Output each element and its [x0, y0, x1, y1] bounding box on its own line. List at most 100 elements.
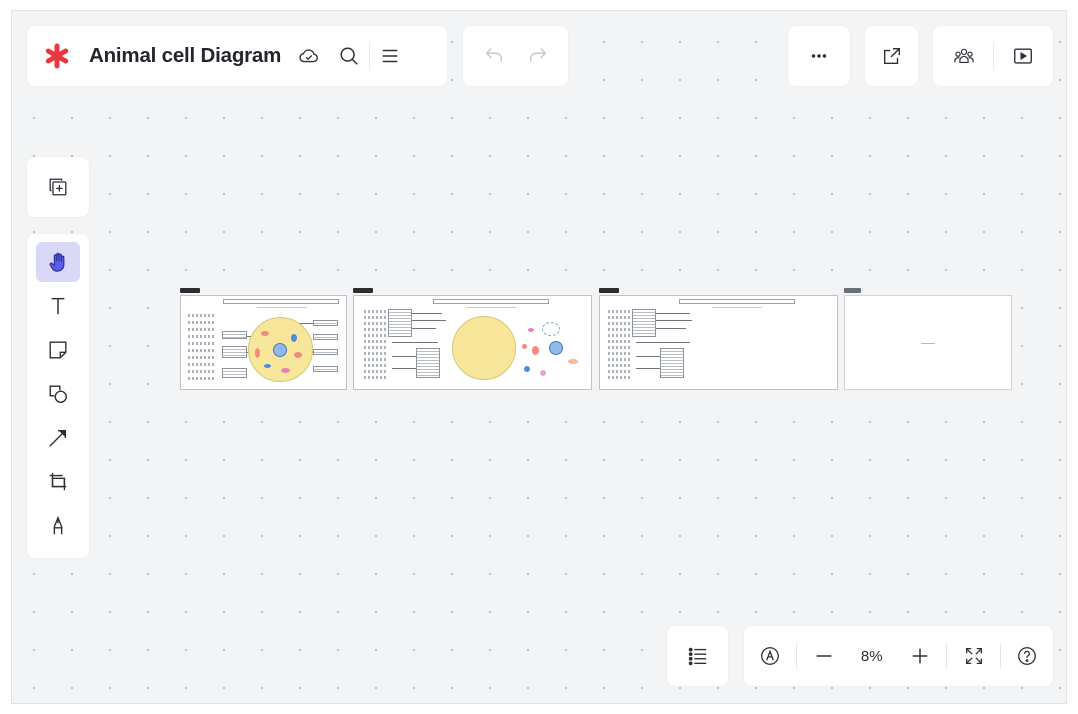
organelle	[264, 364, 271, 368]
label-row	[608, 334, 630, 337]
pointer-line	[412, 320, 446, 321]
label-row	[364, 352, 386, 355]
label-row	[188, 314, 216, 317]
label-row	[364, 370, 386, 373]
collaboration-panel	[933, 26, 1053, 86]
organelle	[294, 352, 302, 358]
label-row	[188, 349, 216, 352]
label-row	[364, 310, 386, 313]
outline-icon[interactable]	[678, 636, 718, 676]
label-box	[313, 320, 338, 326]
add-page-icon[interactable]	[38, 167, 78, 207]
undo-icon[interactable]	[474, 36, 514, 76]
pointer-line	[656, 313, 690, 314]
text-tool[interactable]	[36, 286, 80, 326]
label-box	[313, 349, 338, 355]
label-row	[364, 364, 386, 367]
organelle	[255, 348, 260, 358]
page-4-tag[interactable]	[844, 288, 861, 293]
page-3[interactable]	[599, 295, 838, 390]
label-row	[608, 370, 630, 373]
page-1[interactable]	[180, 295, 347, 390]
label-row	[608, 322, 630, 325]
pen-tool[interactable]	[36, 506, 80, 546]
pointer-line	[392, 342, 438, 343]
label-box	[222, 346, 247, 358]
autosize-icon[interactable]	[750, 636, 790, 676]
page-2[interactable]	[353, 295, 592, 390]
cloud-saved-icon[interactable]	[289, 36, 329, 76]
share-icon[interactable]	[872, 36, 912, 76]
label-row	[608, 310, 630, 313]
hand-tool[interactable]	[36, 242, 80, 282]
whiteboard-canvas[interactable]: Animal cell Diagram 8%	[11, 10, 1067, 704]
label-box	[222, 368, 247, 378]
organelle-part	[540, 370, 546, 376]
label-row	[364, 376, 386, 379]
document-title[interactable]: Animal cell Diagram	[89, 44, 281, 68]
label-row	[188, 370, 216, 373]
zoom-in-icon[interactable]	[900, 636, 940, 676]
page-caption	[921, 343, 935, 344]
tool-palette	[27, 234, 89, 558]
organelle	[291, 334, 297, 342]
label-row	[364, 346, 386, 349]
page-1-tag[interactable]	[180, 288, 200, 293]
label-row	[188, 363, 216, 366]
more-icon[interactable]	[799, 36, 839, 76]
label-box	[388, 309, 412, 337]
zoom-controls: 8%	[744, 626, 1053, 686]
organelle	[261, 331, 269, 336]
cell-outline	[452, 316, 516, 380]
label-row	[608, 316, 630, 319]
outline-panel	[667, 626, 728, 686]
help-icon[interactable]	[1007, 636, 1047, 676]
sticky-note-tool[interactable]	[36, 330, 80, 370]
label-row	[608, 346, 630, 349]
label-row	[608, 340, 630, 343]
label-row	[188, 377, 216, 380]
divider	[946, 643, 948, 669]
page-3-tag[interactable]	[599, 288, 619, 293]
divider	[999, 643, 1001, 669]
zoom-out-icon[interactable]	[804, 636, 844, 676]
label-row	[608, 328, 630, 331]
page-title-block	[433, 299, 549, 304]
add-page-panel	[27, 157, 89, 217]
label-row	[364, 328, 386, 331]
page-title-block	[223, 299, 339, 304]
label-row	[364, 322, 386, 325]
search-icon[interactable]	[329, 36, 369, 76]
line-tool[interactable]	[36, 418, 80, 458]
label-row	[608, 358, 630, 361]
page-subtitle-line	[712, 307, 762, 308]
organelle-part	[524, 366, 530, 372]
pointer-line	[656, 320, 692, 321]
hand-icon	[49, 252, 65, 272]
collaborators-icon[interactable]	[944, 36, 984, 76]
fit-to-screen-icon[interactable]	[954, 636, 994, 676]
label-row	[364, 316, 386, 319]
page-4[interactable]	[844, 295, 1012, 390]
menu-icon[interactable]	[370, 36, 410, 76]
redo-icon[interactable]	[518, 36, 558, 76]
share-panel	[865, 26, 918, 86]
label-row	[608, 376, 630, 379]
page-2-tag[interactable]	[353, 288, 373, 293]
pointer-line	[636, 368, 660, 369]
organelle-part	[528, 328, 534, 332]
shapes-icon	[49, 385, 67, 403]
zoom-level[interactable]: 8%	[850, 648, 894, 665]
organelle-part	[532, 346, 539, 355]
organelle	[281, 368, 290, 373]
pointer-line	[636, 356, 660, 357]
frame-tool[interactable]	[36, 462, 80, 502]
arrow-line-icon	[49, 429, 67, 447]
pen-icon	[53, 515, 63, 535]
pointer-line	[656, 328, 686, 329]
shapes-tool[interactable]	[36, 374, 80, 414]
present-icon[interactable]	[1003, 36, 1043, 76]
nucleus	[273, 343, 287, 357]
asterisk-logo-icon[interactable]	[39, 38, 75, 74]
text-icon	[51, 297, 65, 315]
